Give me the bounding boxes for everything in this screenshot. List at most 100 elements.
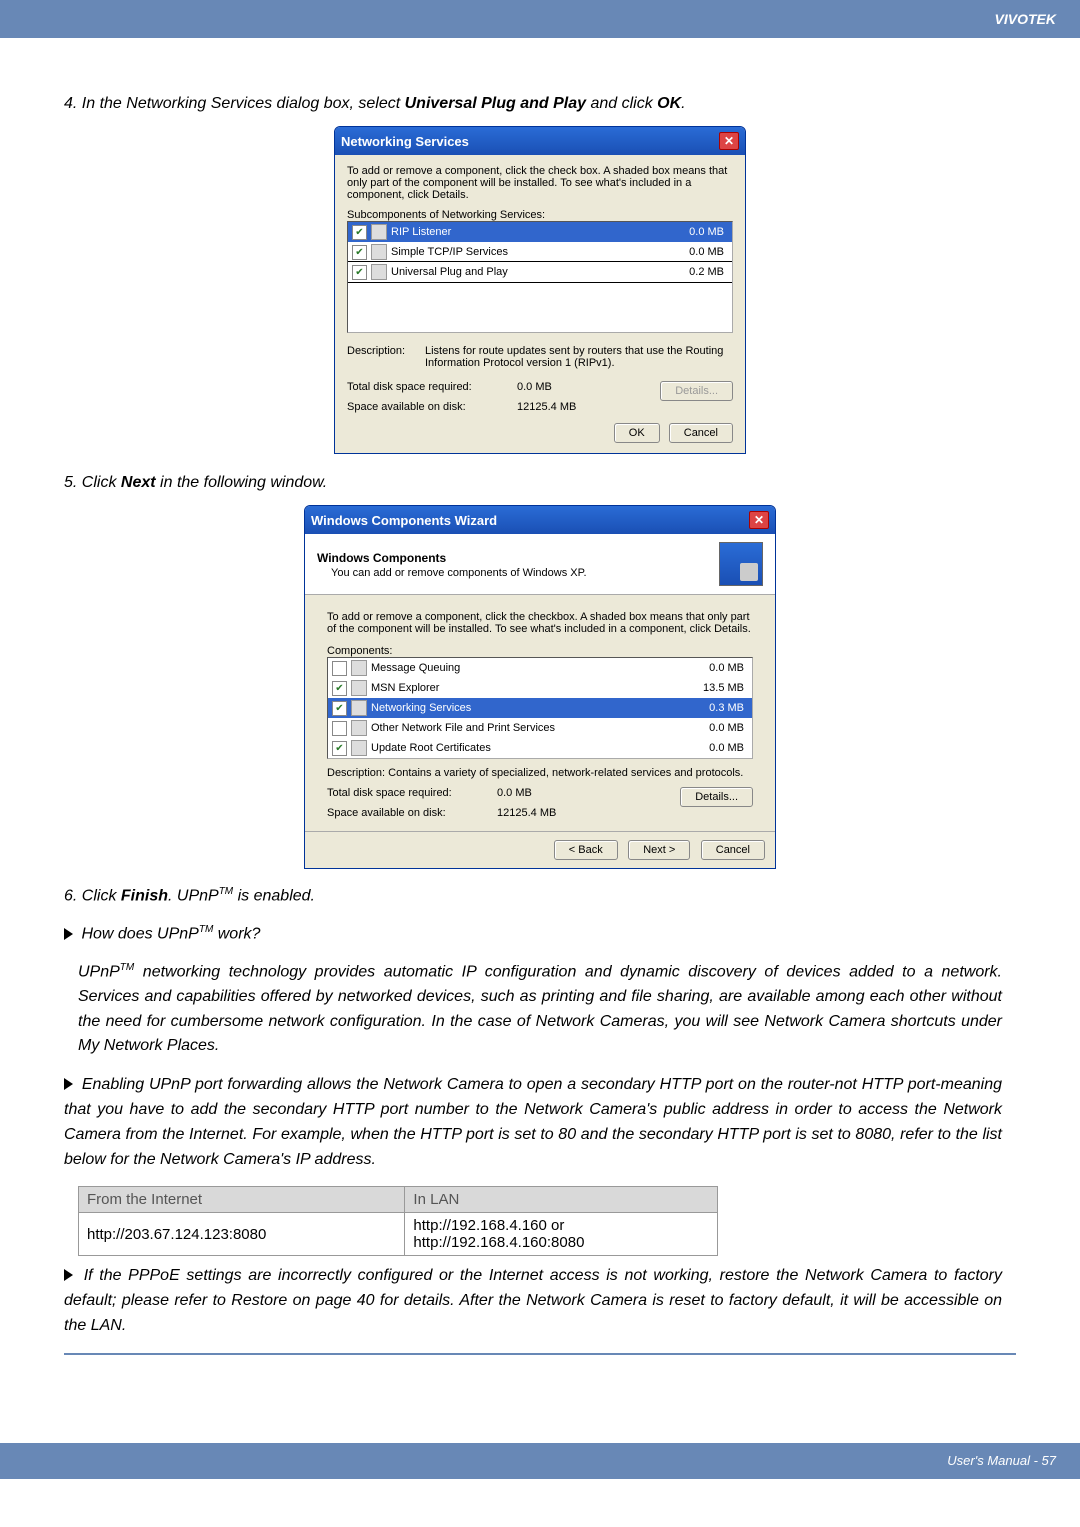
ns-row-name: Simple TCP/IP Services [391,246,654,258]
q1-prefix: How does UPnP [81,926,198,943]
details-button: Details... [660,381,733,401]
checkbox-icon[interactable]: ✔ [332,741,347,756]
wiz-comp-label: Components: [327,645,753,657]
para2-text: Enabling UPnP port forwarding allows the… [64,1076,1002,1167]
wiz-intro: To add or remove a component, click the … [327,611,753,635]
component-icon [371,264,387,280]
para3: If the PPPoE settings are incorrectly co… [64,1264,1002,1338]
wiz-total-label: Total disk space required: [327,787,497,807]
step6-a: 6. Click [64,887,121,904]
lan-line1: http://192.168.4.160 or [413,1217,564,1234]
cancel-button[interactable]: Cancel [701,840,765,860]
step4-bold1: Universal Plug and Play [405,95,586,112]
list-item[interactable]: ✔ RIP Listener 0.0 MB [348,222,732,242]
ns-row-size: 0.0 MB [654,246,728,258]
component-icon [351,660,367,676]
checkbox-icon[interactable] [332,661,347,676]
back-button[interactable]: < Back [554,840,618,860]
checkbox-icon[interactable]: ✔ [352,265,367,280]
ns-total-label: Total disk space required: [347,381,517,401]
wiz-titlebar: Windows Components Wizard ✕ [305,506,775,534]
step4-bold2: OK [657,95,681,112]
step6-b: Finish [121,887,168,904]
component-icon [371,244,387,260]
wiz-row-size: 0.0 MB [674,742,748,754]
ns-intro: To add or remove a component, click the … [347,165,733,201]
list-item[interactable]: ✔ Networking Services 0.3 MB [328,698,752,718]
address-table: From the Internet In LAN http://203.67.1… [78,1186,718,1256]
table-header-lan: In LAN [405,1187,718,1213]
component-icon [351,680,367,696]
table-header-internet: From the Internet [79,1187,405,1213]
close-icon[interactable]: ✕ [749,511,769,529]
q1-heading: How does UPnPTM work? [64,924,1016,943]
step4-text: 4. In the Networking Services dialog box… [64,92,1016,116]
table-cell-lan: http://192.168.4.160 or http://192.168.4… [405,1213,718,1256]
wiz-title: Windows Components Wizard [311,513,497,528]
components-wizard-dialog: Windows Components Wizard ✕ Windows Comp… [304,505,776,869]
step6-c: . UPnP [168,887,219,904]
ns-avail-label: Space available on disk: [347,401,517,413]
wiz-row-size: 0.0 MB [674,662,748,674]
list-item[interactable]: Message Queuing 0.0 MB [328,658,752,678]
list-item[interactable]: ✔ MSN Explorer 13.5 MB [328,678,752,698]
list-item[interactable]: Other Network File and Print Services 0.… [328,718,752,738]
ok-button[interactable]: OK [614,423,660,443]
ns-sub-label: Subcomponents of Networking Services: [347,209,733,221]
wiz-avail-val: 12125.4 MB [497,807,556,819]
wiz-row-size: 0.3 MB [674,702,748,714]
ns-title: Networking Services [341,134,469,149]
wiz-row-name: Other Network File and Print Services [371,722,674,734]
wiz-header-sub: You can add or remove components of Wind… [317,567,587,579]
ns-row-name: Universal Plug and Play [391,266,654,278]
list-item[interactable]: ✔ Update Root Certificates 0.0 MB [328,738,752,758]
ns-total-val: 0.0 MB [517,381,552,401]
footer-bar: User's Manual - 57 [0,1443,1080,1479]
details-button[interactable]: Details... [680,787,753,807]
step5-text: 5. Click Next in the following window. [64,471,1016,495]
wiz-total-val: 0.0 MB [497,787,532,807]
wiz-list[interactable]: Message Queuing 0.0 MB ✔ MSN Explorer 13… [327,657,753,759]
wizard-logo-icon [719,542,763,586]
close-icon[interactable]: ✕ [719,132,739,150]
list-item[interactable]: ✔ Simple TCP/IP Services 0.0 MB [348,242,732,262]
cancel-button[interactable]: Cancel [669,423,733,443]
ns-row-size: 0.0 MB [654,226,728,238]
divider [64,1353,1016,1355]
lan-line2: http://192.168.4.160:8080 [413,1234,584,1251]
wiz-row-name: Message Queuing [371,662,674,674]
checkbox-icon[interactable] [332,721,347,736]
component-icon [351,740,367,756]
wiz-desc: Description: Contains a variety of speci… [327,767,753,779]
para1: UPnPTM networking technology provides au… [78,960,1002,1060]
checkbox-icon[interactable]: ✔ [332,701,347,716]
step6-text: 6. Click Finish. UPnPTM is enabled. [64,884,1016,908]
ns-avail-val: 12125.4 MB [517,401,576,413]
next-button[interactable]: Next > [628,840,690,860]
step6-d: is enabled. [233,887,315,904]
ns-list[interactable]: ✔ RIP Listener 0.0 MB ✔ Simple TCP/IP Se… [347,221,733,333]
ns-row-size: 0.2 MB [654,266,728,278]
wiz-row-size: 13.5 MB [674,682,748,694]
component-icon [371,224,387,240]
wiz-avail-label: Space available on disk: [327,807,497,819]
networking-services-dialog: Networking Services ✕ To add or remove a… [334,126,746,454]
para2: Enabling UPnP port forwarding allows the… [64,1073,1002,1172]
ns-titlebar: Networking Services ✕ [335,127,745,155]
ns-desc-label: Description: [347,345,417,369]
footer-text: User's Manual - 57 [947,1453,1056,1468]
checkbox-icon[interactable]: ✔ [352,245,367,260]
ns-desc-text: Listens for route updates sent by router… [425,345,733,369]
para3-text: If the PPPoE settings are incorrectly co… [64,1267,1002,1334]
checkbox-icon[interactable]: ✔ [352,225,367,240]
wiz-row-size: 0.0 MB [674,722,748,734]
page-content: 4. In the Networking Services dialog box… [0,38,1080,1383]
ns-row-name: RIP Listener [391,226,654,238]
wiz-row-name: MSN Explorer [371,682,674,694]
arrow-icon [64,1269,73,1281]
component-icon [351,720,367,736]
table-cell-internet: http://203.67.124.123:8080 [79,1213,405,1256]
checkbox-icon[interactable]: ✔ [332,681,347,696]
header-bar: VIVOTEK [0,0,1080,38]
list-item[interactable]: ✔ Universal Plug and Play 0.2 MB [348,262,732,282]
